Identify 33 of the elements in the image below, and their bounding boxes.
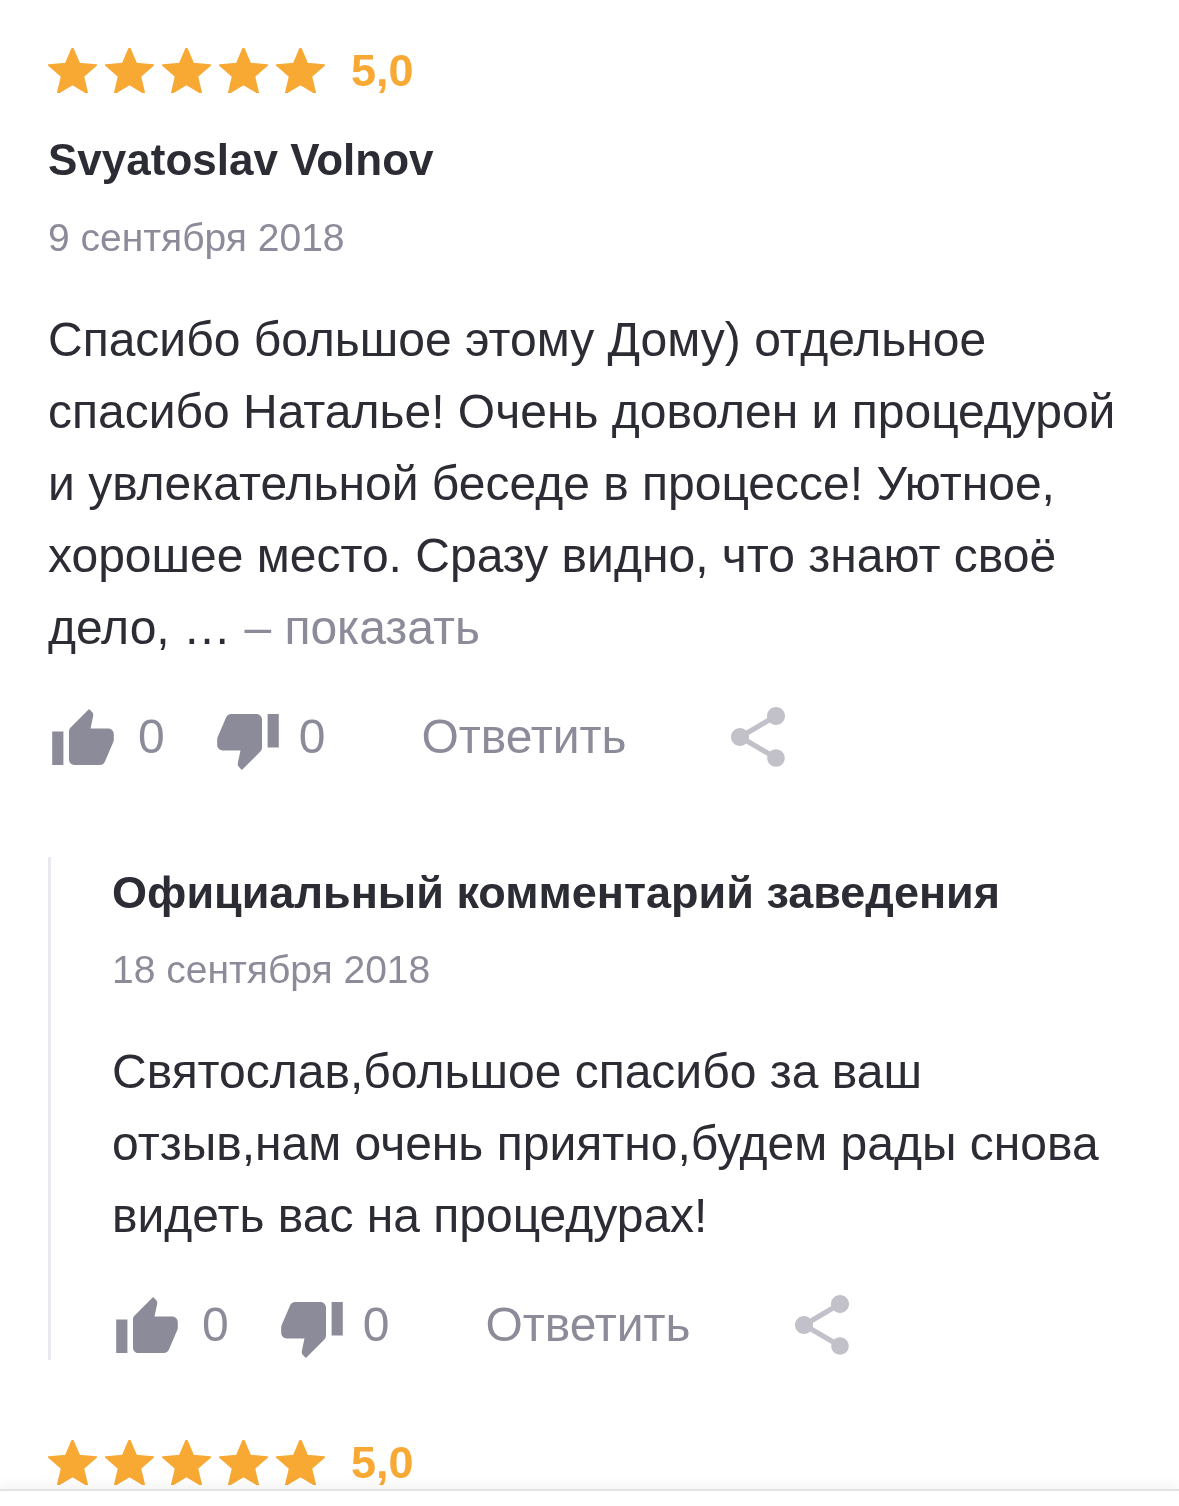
- comment-date: 18 сентября 2018: [112, 947, 432, 993]
- like-button[interactable]: 0: [52, 709, 165, 765]
- show-more-link[interactable]: – показать: [244, 601, 480, 654]
- dislike-button[interactable]: 0: [280, 1292, 390, 1358]
- rating-value: 5,0: [351, 45, 414, 96]
- review-date: 9 сентября 2018: [48, 215, 346, 261]
- star-icon: [48, 1440, 97, 1485]
- reply-button[interactable]: Ответить: [421, 710, 627, 764]
- rating-value: 5,0: [351, 1437, 414, 1488]
- star-icon: [162, 48, 211, 93]
- share-button[interactable]: [730, 707, 785, 767]
- star-icon: [276, 1440, 325, 1485]
- comment-text: Святослав,большое спасибо за ваш отзыв,нам очень приятно,будем рады снова видеть вас на процедурах!: [112, 1044, 1100, 1244]
- reply-button[interactable]: Ответить: [485, 1298, 691, 1352]
- star-icon: [162, 1440, 211, 1485]
- author-name: Svyatoslav Volnov: [48, 134, 435, 186]
- star-icon: [276, 48, 325, 93]
- thumbs-down-icon: [280, 1302, 343, 1358]
- star-icon: [105, 1440, 154, 1485]
- like-button[interactable]: 0: [116, 1297, 229, 1353]
- star-icon: [48, 48, 97, 93]
- share-icon: [730, 707, 785, 767]
- thumbs-up-icon: [116, 1297, 178, 1353]
- share-icon: [794, 1295, 849, 1355]
- review-text: Спасибо большое этому Дому) отдельное спасибо Наталье! Очень доволен и процедурой и увлекательной беседе в процессе! Уютное, хорошее место. Сразу видно, что знают своё дело, … – показать: [48, 312, 1117, 656]
- thumbs-down-icon: [216, 714, 279, 770]
- dislike-button[interactable]: 0: [216, 704, 326, 770]
- comment-title: Официальный комментарий заведения: [112, 867, 1001, 919]
- share-button[interactable]: [794, 1295, 849, 1355]
- thumbs-up-icon: [52, 709, 114, 765]
- star-icon: [219, 1440, 268, 1485]
- star-icon: [105, 48, 154, 93]
- star-icon: [219, 48, 268, 93]
